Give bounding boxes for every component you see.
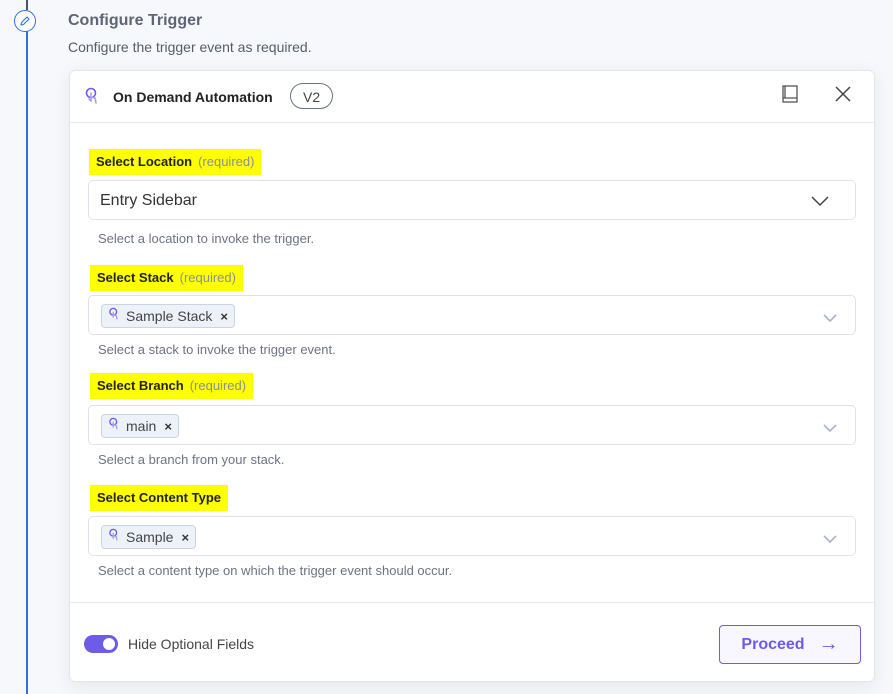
timeline-line-top — [26, 0, 28, 10]
hide-optional-toggle[interactable] — [84, 635, 118, 653]
timeline-line-active — [26, 30, 28, 694]
content-type-label: Select Content Type — [90, 485, 229, 511]
proceed-button[interactable]: Proceed → — [719, 625, 861, 664]
branch-chip: main × — [101, 414, 179, 438]
app-title: On Demand Automation — [113, 89, 273, 105]
stack-help: Select a stack to invoke the trigger eve… — [98, 342, 336, 357]
step-title: Configure Trigger — [68, 12, 203, 29]
required-indicator: (required) — [198, 154, 255, 169]
proceed-label: Proceed — [741, 635, 805, 653]
stack-label: Select Stack (required) — [90, 265, 243, 291]
location-help: Select a location to invoke the trigger. — [98, 231, 315, 246]
content-type-chip: Sample × — [101, 525, 197, 549]
location-select[interactable]: Entry Sidebar — [88, 180, 856, 220]
chevron-down-icon — [823, 531, 837, 549]
remove-chip-icon[interactable]: × — [181, 530, 189, 545]
required-indicator: (required) — [179, 270, 236, 285]
tap-hand-icon — [108, 528, 120, 547]
tap-hand-icon — [84, 87, 100, 110]
branch-chip-label: main — [126, 418, 157, 434]
location-label: Select Location (required) — [89, 149, 262, 175]
toggle-knob — [103, 638, 115, 650]
stack-label-text: Select Stack — [97, 270, 174, 285]
branch-help: Select a branch from your stack. — [98, 452, 285, 467]
stack-chip: Sample Stack × — [101, 304, 235, 328]
branch-label: Select Branch (required) — [90, 373, 254, 399]
step-description: Configure the trigger event as required. — [68, 39, 312, 55]
card-footer: Hide Optional Fields Proceed → — [70, 602, 874, 683]
content-type-help: Select a content type on which the trigg… — [98, 563, 453, 578]
close-icon[interactable] — [835, 86, 851, 107]
hide-optional-label: Hide Optional Fields — [128, 636, 255, 652]
content-type-label-text: Select Content Type — [97, 490, 222, 505]
remove-chip-icon[interactable]: × — [164, 419, 172, 434]
content-type-chip-label: Sample — [126, 529, 174, 545]
tap-hand-icon — [108, 307, 120, 326]
branch-label-text: Select Branch — [97, 378, 184, 393]
card-header: On Demand Automation V2 — [70, 71, 874, 123]
trigger-card: On Demand Automation V2 Select Location (… — [69, 70, 875, 682]
arrow-right-icon: → — [818, 633, 839, 655]
location-label-text: Select Location — [96, 154, 193, 169]
stack-chip-label: Sample Stack — [126, 308, 213, 324]
content-type-select[interactable]: Sample × — [88, 516, 856, 556]
version-badge: V2 — [290, 83, 334, 109]
chevron-down-icon — [823, 420, 837, 438]
remove-chip-icon[interactable]: × — [220, 309, 228, 324]
stack-select[interactable]: Sample Stack × — [88, 295, 856, 335]
book-icon[interactable] — [782, 85, 798, 108]
tap-hand-icon — [108, 417, 120, 436]
chevron-down-icon — [823, 310, 837, 328]
chevron-down-icon — [811, 194, 829, 212]
location-value: Entry Sidebar — [100, 192, 197, 209]
pencil-icon — [14, 10, 36, 32]
required-indicator: (required) — [189, 378, 247, 393]
branch-select[interactable]: main × — [88, 405, 856, 445]
